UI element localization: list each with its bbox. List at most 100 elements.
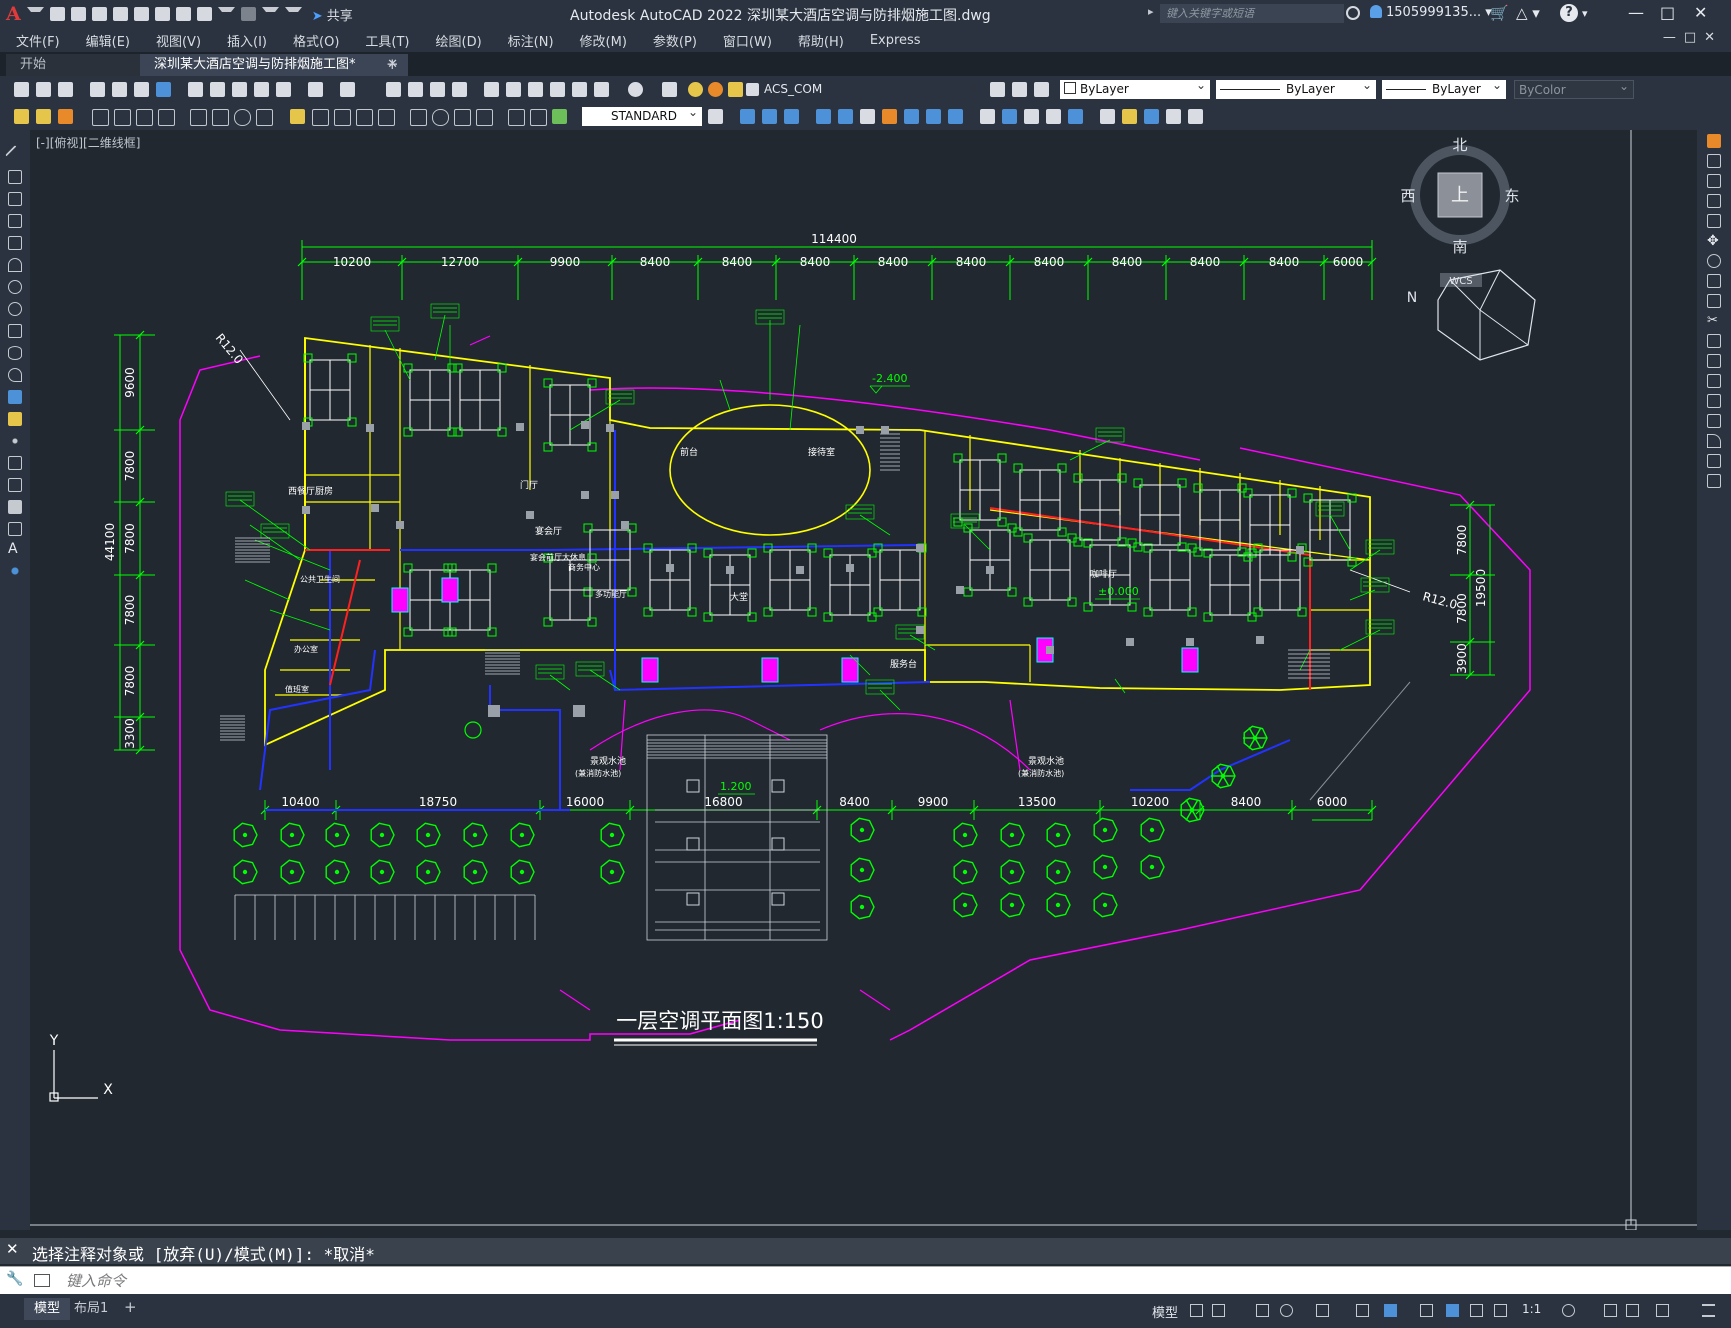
edit-hatch-icon[interactable]	[1166, 109, 1181, 124]
layer-freeze-sun-icon[interactable]	[708, 82, 723, 97]
viewcube[interactable]: 上 北 南 东 西	[1400, 136, 1519, 256]
layer-lock-icon[interactable]	[728, 82, 743, 97]
markup-icon[interactable]	[572, 82, 587, 97]
trim-icon[interactable]	[948, 109, 963, 124]
copy-icon[interactable]	[210, 82, 225, 97]
navigation-wheel[interactable]: WCS N	[1407, 269, 1536, 361]
dimension-break-icon[interactable]	[378, 109, 395, 126]
isometric-icon[interactable]	[1316, 1304, 1329, 1317]
layer-properties-icon[interactable]	[662, 82, 677, 97]
join-icon[interactable]	[1024, 109, 1039, 124]
break-icon[interactable]	[1002, 109, 1017, 124]
move-icon[interactable]: ✥	[1707, 234, 1721, 248]
polyline-icon[interactable]	[8, 192, 22, 206]
layer-dropdown[interactable]: ACS_COM	[760, 80, 982, 99]
close-button[interactable]: ✕	[1694, 3, 1707, 22]
stretch-icon[interactable]	[926, 109, 941, 124]
gradient-icon[interactable]	[8, 478, 22, 492]
layer-previous-icon[interactable]	[1012, 82, 1027, 97]
annotation-scale-value[interactable]: 1:1	[1522, 1302, 1541, 1316]
plot-icon[interactable]	[175, 7, 191, 21]
object-snap-icon[interactable]	[1384, 1304, 1397, 1317]
annotation-visibility-icon[interactable]	[1446, 1304, 1459, 1317]
rotate-icon[interactable]	[1707, 254, 1721, 268]
make-block-icon[interactable]	[8, 412, 22, 426]
zoom-window-icon[interactable]	[430, 82, 445, 97]
linetype-dropdown[interactable]: ByLayer	[1216, 80, 1376, 99]
snap-icon[interactable]	[1212, 1304, 1225, 1317]
menu-edit[interactable]: 编辑(E)	[76, 31, 140, 50]
close-command-line-icon[interactable]: ✕	[6, 1240, 19, 1258]
sheet-set-icon[interactable]	[550, 82, 565, 97]
grid-icon[interactable]	[1190, 1304, 1203, 1317]
trim-icon[interactable]: ✂	[1707, 314, 1721, 328]
zoom-realtime-icon[interactable]	[408, 82, 423, 97]
rectangle-icon[interactable]	[8, 236, 22, 250]
undo-icon[interactable]	[196, 7, 212, 21]
save-icon[interactable]	[91, 7, 107, 21]
search-icon[interactable]	[1346, 6, 1360, 20]
lineweight-dropdown[interactable]: ByLayer	[1382, 80, 1506, 99]
insert-block-icon[interactable]	[8, 390, 22, 404]
plotstyle-dropdown[interactable]: ByColor	[1514, 80, 1634, 99]
ellipse-arc-icon[interactable]	[8, 368, 22, 382]
arc-icon[interactable]	[8, 258, 22, 272]
open-file-icon[interactable]	[70, 7, 86, 21]
plot-preview-icon[interactable]	[112, 82, 127, 97]
customize-wrench-icon[interactable]: 🔧	[6, 1271, 23, 1287]
calculator-icon[interactable]	[594, 82, 609, 97]
quick-dimension-icon[interactable]	[290, 109, 305, 124]
menu-format[interactable]: 格式(O)	[283, 31, 349, 50]
radius-dimension-icon[interactable]	[190, 109, 207, 126]
viewcube-north[interactable]: 北	[1452, 136, 1467, 154]
dimension-style-manager-icon[interactable]	[708, 109, 723, 124]
drawing-canvas[interactable]: [-][俯视][二维线框] 114400 10200 12700 9900 8400 8…	[30, 130, 1697, 1230]
offset-icon[interactable]	[816, 109, 831, 124]
rotate-icon[interactable]	[882, 109, 897, 124]
search-input[interactable]: 键入关键字或短语	[1160, 4, 1344, 23]
layer-on-bulb-icon[interactable]	[688, 82, 703, 97]
chamfer-icon[interactable]	[1046, 109, 1061, 124]
recent-commands-icon[interactable]	[34, 1274, 50, 1287]
color-dropdown[interactable]: ByLayer	[1060, 80, 1210, 99]
explode-icon[interactable]	[1100, 109, 1115, 124]
publish-icon[interactable]	[134, 82, 149, 97]
tab-start[interactable]: 开始	[6, 54, 144, 76]
redo-dropdown-icon[interactable]	[261, 7, 279, 21]
share-button[interactable]: ➤ 共享	[312, 5, 353, 24]
edit-array-icon[interactable]	[1188, 109, 1203, 124]
array-icon[interactable]	[838, 109, 853, 124]
minimize-button[interactable]: —	[1628, 3, 1644, 22]
save-as-icon[interactable]	[112, 7, 128, 21]
extend-icon[interactable]	[1707, 334, 1721, 348]
line-tool-icon[interactable]	[5, 145, 25, 165]
undo-icon[interactable]	[308, 82, 323, 97]
polar-tracking-icon[interactable]	[1280, 1304, 1293, 1317]
user-account[interactable]: 1505999135... ▾	[1370, 5, 1492, 20]
menu-help[interactable]: 帮助(H)	[788, 31, 854, 50]
viewcube-south[interactable]: 南	[1452, 238, 1467, 256]
revision-cloud-icon[interactable]	[8, 302, 22, 316]
mirror-icon[interactable]	[784, 109, 799, 124]
add-layout-button[interactable]: +	[124, 1298, 137, 1316]
chamfer-icon[interactable]	[1707, 414, 1721, 428]
autocad-logo[interactable]: A	[6, 3, 21, 25]
extend-icon[interactable]	[980, 109, 995, 124]
help-dropdown-icon[interactable]: ▾	[1582, 7, 1588, 20]
paste-icon[interactable]	[232, 82, 247, 97]
erase-icon[interactable]	[740, 109, 755, 124]
ellipse-icon[interactable]	[8, 346, 22, 360]
offset-icon[interactable]	[1707, 194, 1721, 208]
isolate-objects-icon[interactable]	[1626, 1304, 1639, 1317]
properties-icon[interactable]	[484, 82, 499, 97]
stretch-icon[interactable]	[1707, 294, 1721, 308]
make-current-layer-icon[interactable]	[990, 82, 1005, 97]
aligned-dimension-icon[interactable]	[114, 109, 131, 126]
array-icon[interactable]	[1707, 214, 1721, 228]
multiline-text-icon[interactable]: A	[8, 542, 22, 556]
menu-tools[interactable]: 工具(T)	[355, 31, 419, 50]
object-snap-tracking-icon[interactable]	[1356, 1304, 1369, 1317]
plot-icon[interactable]	[90, 82, 105, 97]
auto-scale-icon[interactable]	[1470, 1304, 1483, 1317]
linear-dimension-icon[interactable]	[92, 109, 109, 126]
